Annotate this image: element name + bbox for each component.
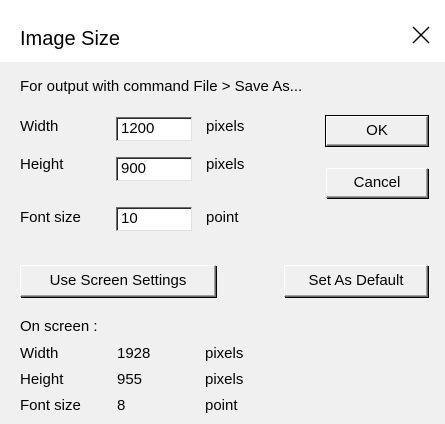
window-title: Image Size xyxy=(20,28,121,50)
set-as-default-button[interactable]: Set As Default xyxy=(284,265,428,297)
screen-font-size-value: 8 xyxy=(117,397,126,414)
screen-height-label: Height xyxy=(20,371,64,388)
set-as-default-label: Set As Default xyxy=(308,272,404,289)
screen-font-size-unit: point xyxy=(205,397,238,414)
close-icon xyxy=(412,26,430,44)
title-bar: Image Size xyxy=(0,0,445,62)
screen-width-unit: pixels xyxy=(205,345,244,362)
ok-button[interactable]: OK xyxy=(325,115,429,147)
screen-font-size-label: Font size xyxy=(20,397,81,414)
output-description: For output with command File > Save As..… xyxy=(20,78,303,95)
screen-width-label: Width xyxy=(20,345,59,362)
font-size-label: Font size xyxy=(20,209,81,226)
screen-height-unit: pixels xyxy=(205,371,244,388)
ok-button-label: OK xyxy=(366,122,388,139)
image-size-dialog: Image Size For output with command File … xyxy=(0,0,445,424)
width-unit: pixels xyxy=(206,118,245,135)
screen-width-value: 1928 xyxy=(117,345,151,362)
use-screen-settings-label: Use Screen Settings xyxy=(49,272,187,289)
font-size-unit: point xyxy=(206,209,239,226)
width-label: Width xyxy=(20,118,59,135)
font-size-input[interactable]: 10 xyxy=(116,207,192,231)
close-button[interactable] xyxy=(402,18,442,54)
height-label: Height xyxy=(20,156,64,173)
use-screen-settings-button[interactable]: Use Screen Settings xyxy=(20,265,216,297)
height-input[interactable]: 900 xyxy=(116,157,192,181)
width-input[interactable]: 1200 xyxy=(116,117,192,141)
dialog-body: For output with command File > Save As..… xyxy=(0,62,445,424)
screen-height-value: 955 xyxy=(117,371,143,388)
cancel-button[interactable]: Cancel xyxy=(326,168,428,198)
cancel-button-label: Cancel xyxy=(353,174,401,191)
height-unit: pixels xyxy=(206,156,245,173)
on-screen-header: On screen : xyxy=(20,318,98,335)
